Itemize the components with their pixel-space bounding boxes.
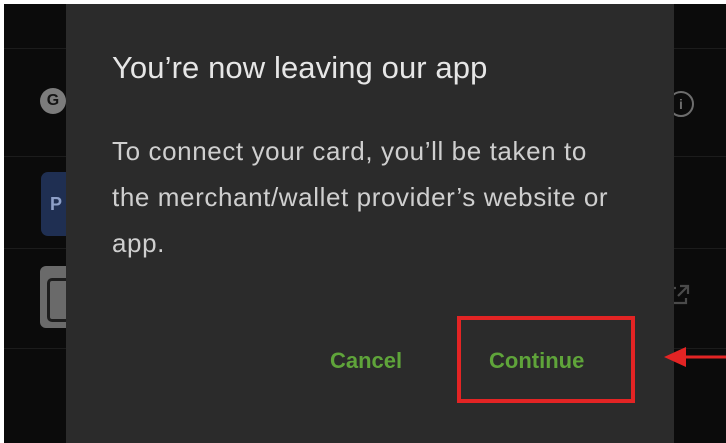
continue-highlight-box — [457, 316, 635, 403]
background-divider — [674, 248, 726, 249]
background-divider — [674, 156, 726, 157]
cancel-button[interactable]: Cancel — [330, 339, 402, 383]
background-divider — [674, 48, 726, 49]
arrow-left-icon — [664, 347, 726, 367]
dialog-message: To connect your card, you’ll be taken to… — [112, 136, 609, 258]
dialog-title: You’re now leaving our app — [112, 50, 488, 85]
background-divider — [4, 248, 66, 249]
google-icon: G — [40, 88, 66, 114]
screen: G P i You’re now leaving our app To conn… — [0, 0, 726, 443]
background-divider — [4, 348, 66, 349]
background-divider — [4, 156, 66, 157]
background-divider — [4, 48, 66, 49]
